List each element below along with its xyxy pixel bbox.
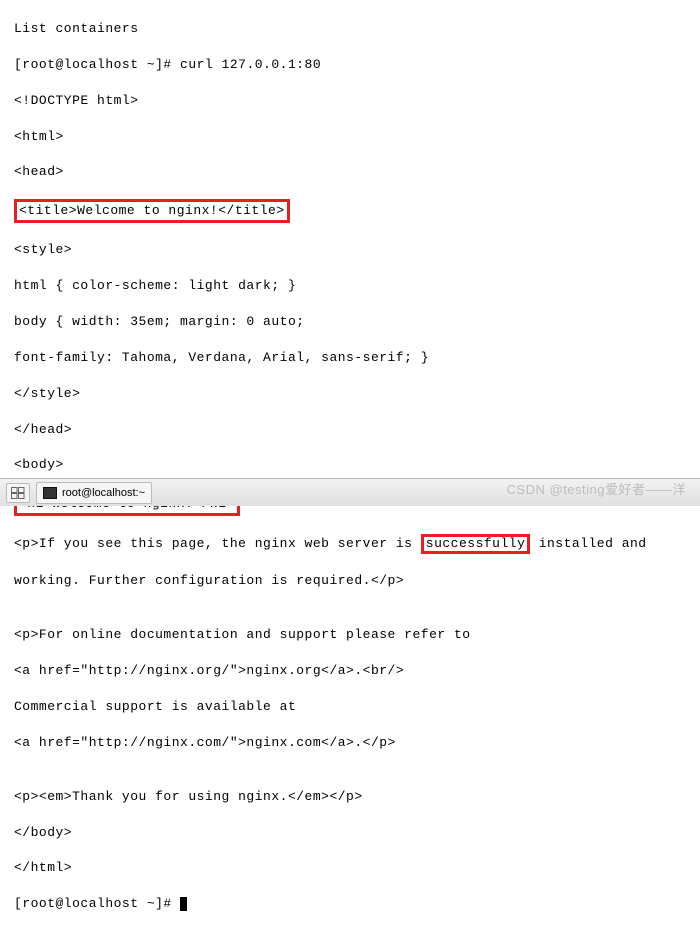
terminal-line: [root@localhost ~]# (14, 895, 694, 913)
terminal-line: <p>If you see this page, the nginx web s… (14, 534, 694, 554)
terminal-line: <title>Welcome to nginx!</title> (14, 199, 694, 223)
highlight-title: <title>Welcome to nginx!</title> (14, 199, 290, 223)
terminal-output[interactable]: List containers [root@localhost ~]# curl… (0, 0, 700, 937)
terminal-icon (43, 487, 57, 499)
taskbar-item-terminal[interactable]: root@localhost:~ (36, 482, 152, 504)
terminal-line: <p><em>Thank you for using nginx.</em></… (14, 788, 694, 806)
text: <p>If you see this page, the nginx web s… (14, 536, 421, 551)
terminal-line: working. Further configuration is requir… (14, 572, 694, 590)
terminal-line: </body> (14, 824, 694, 842)
terminal-line: <html> (14, 128, 694, 146)
highlight-successfully: successfully (421, 534, 531, 554)
terminal-line: <a href="http://nginx.org/">nginx.org</a… (14, 662, 694, 680)
terminal-line: <a href="http://nginx.com/">nginx.com</a… (14, 734, 694, 752)
command: curl 127.0.0.1:80 (180, 57, 321, 72)
text: installed and (530, 536, 646, 551)
prompt: [root@localhost ~]# (14, 57, 180, 72)
terminal-line: <!DOCTYPE html> (14, 92, 694, 110)
terminal-line: </head> (14, 421, 694, 439)
show-desktop-button[interactable] (6, 483, 30, 503)
cursor-icon (180, 897, 187, 911)
terminal-line: html { color-scheme: light dark; } (14, 277, 694, 295)
terminal-line: [root@localhost ~]# curl 127.0.0.1:80 (14, 56, 694, 74)
terminal-line: <body> (14, 456, 694, 474)
taskbar: root@localhost:~ (0, 478, 700, 506)
terminal-line: </style> (14, 385, 694, 403)
terminal-line: List containers (14, 20, 694, 38)
terminal-line: </html> (14, 859, 694, 877)
terminal-line: <p>For online documentation and support … (14, 626, 694, 644)
terminal-line: font-family: Tahoma, Verdana, Arial, san… (14, 349, 694, 367)
taskbar-item-label: root@localhost:~ (62, 487, 145, 499)
show-desktop-icon (11, 487, 25, 499)
terminal-line: <head> (14, 163, 694, 181)
terminal-line: Commercial support is available at (14, 698, 694, 716)
terminal-line: body { width: 35em; margin: 0 auto; (14, 313, 694, 331)
terminal-line: <style> (14, 241, 694, 259)
prompt: [root@localhost ~]# (14, 896, 180, 911)
